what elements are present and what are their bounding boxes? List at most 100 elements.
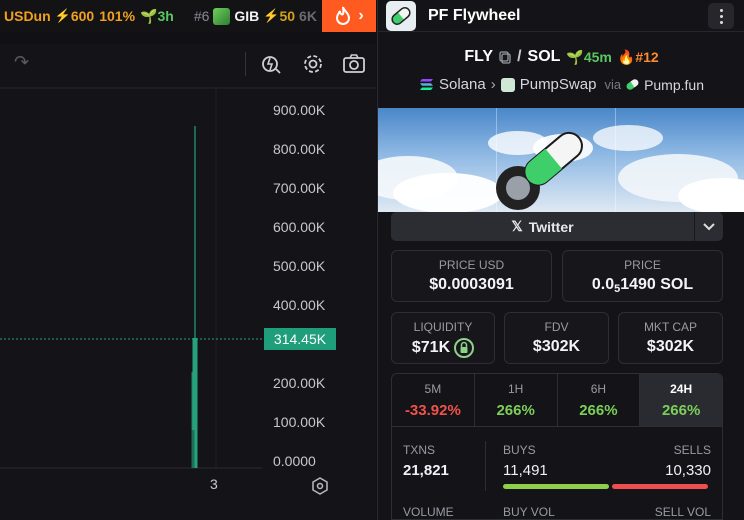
pair-age-value: 45m — [583, 48, 612, 65]
price-axis-tick: 700.00K — [273, 180, 326, 196]
sell-ratio-fill — [612, 484, 708, 489]
token-info-panel: PF Flywheel FLY / SOL 🌱45m 🔥#12 Solana ›… — [377, 0, 744, 520]
chain-breadcrumb: Solana › PumpSwap via Pump.fun — [378, 76, 744, 93]
current-price-badge: 314.45K — [264, 328, 336, 350]
market-cap-value: $302K — [646, 338, 695, 355]
market-cap-card: MKT CAP $302K — [618, 312, 723, 364]
token-avatar — [213, 7, 231, 25]
tab-label: 24H — [670, 382, 693, 396]
price-usd-card: PRICE USD $0.0003091 — [391, 250, 552, 302]
fire-icon: 🔥 — [617, 48, 636, 65]
price-axis-tick: 800.00K — [273, 141, 326, 157]
fdv-value: $302K — [532, 338, 581, 355]
volume-label: VOLUME — [403, 505, 454, 519]
time-axis-label: 3 — [210, 476, 218, 492]
tab-6h[interactable]: 6H 266% — [558, 374, 641, 426]
sell-volume-label: SELL VOL — [654, 505, 711, 519]
buy-sell-ratio-bar — [503, 484, 708, 489]
price-sol-label: PRICE — [624, 258, 661, 272]
chevron-right-icon: › — [490, 76, 496, 93]
pumpswap-icon — [500, 77, 515, 92]
market-cap-label: MKT CAP — [643, 320, 698, 334]
ticker-symbol: GIB — [234, 8, 260, 24]
liquidity-card: LIQUIDITY $71K — [391, 312, 495, 364]
tab-label: 5M — [424, 382, 442, 396]
dex-link[interactable]: PumpSwap — [520, 76, 597, 93]
txns-label: TXNS — [403, 443, 436, 457]
trending-fire-button[interactable]: › — [322, 0, 376, 32]
price-axis-tick: 600.00K — [273, 219, 326, 235]
boost-icon: ⚡ — [263, 8, 280, 23]
social-links: 𝕏 Twitter — [391, 212, 723, 241]
ticker-item-gib[interactable]: #6 GIB ⚡ 50 6K — [174, 7, 317, 25]
candle-body — [191, 372, 194, 432]
price-sol-zeros: 5 — [614, 283, 621, 295]
tab-label: 1H — [507, 382, 524, 396]
tab-5m[interactable]: 5M -33.92% — [392, 374, 475, 426]
price-sol-rest: 1490 SOL — [620, 276, 694, 293]
pill-icon — [625, 77, 640, 92]
tab-change: 266% — [496, 402, 535, 419]
fdv-label: FDV — [544, 320, 569, 334]
ticker-rank: #6 — [193, 8, 210, 24]
sprout-icon: 🌱 — [566, 48, 584, 65]
sells-label: SELLS — [673, 443, 711, 457]
ticker-item-usdun[interactable]: USDun ⚡ 600 101% 🌱3h — [0, 8, 174, 25]
via-label: via — [604, 77, 622, 92]
liquidity-label: LIQUIDITY — [413, 320, 473, 334]
ticker-age: 🌱3h — [140, 8, 174, 25]
launchpad-link[interactable]: Pump.fun — [644, 77, 704, 93]
tab-24h[interactable]: 24H 266% — [640, 374, 722, 426]
price-sol-card: PRICE 0.0 5 1490 SOL — [562, 250, 723, 302]
txns-value: 21,821 — [403, 462, 449, 479]
buys-value: 11,491 — [503, 462, 548, 479]
price-chart[interactable]: ↷ 900.00K 800.00K 700.00K 600.00K 500.00K 400… — [0, 44, 376, 520]
sprout-icon: 🌱 — [140, 7, 158, 24]
tab-change: 266% — [579, 402, 618, 419]
tab-label: 6H — [590, 382, 607, 396]
price-axis-tick: 500.00K — [273, 258, 326, 274]
trending-rank-value: #12 — [635, 48, 659, 65]
more-menu-button[interactable] — [708, 3, 734, 29]
buy-volume-label: BUY VOL — [503, 505, 555, 519]
lock-icon — [454, 338, 475, 358]
stats-divider — [485, 441, 486, 491]
twitter-button[interactable]: 𝕏 Twitter — [391, 212, 694, 241]
liquidity-value-row: $71K — [392, 338, 494, 358]
timeframe-tabs: 5M -33.92% 1H 266% 6H 266% 24H 266% — [391, 373, 723, 427]
chevron-right-icon: › — [358, 7, 364, 24]
price-axis-tick: 200.00K — [273, 375, 326, 391]
pair-age: 🌱45m — [566, 49, 611, 66]
token-banner-image — [378, 108, 744, 212]
social-dropdown-button[interactable] — [694, 212, 723, 241]
panel-header: PF Flywheel — [378, 0, 744, 32]
ticker-symbol: USDun — [4, 8, 51, 24]
chain-link[interactable]: Solana — [439, 76, 486, 93]
tab-change: -33.92% — [404, 402, 461, 419]
solana-icon — [420, 79, 433, 90]
ticker-change: 101% — [99, 8, 136, 24]
buy-ratio-fill — [503, 484, 609, 489]
ticker-value: 6K — [299, 8, 317, 24]
copy-icon[interactable] — [499, 50, 511, 64]
price-axis-tick: 400.00K — [273, 297, 326, 313]
price-usd-value: $0.0003091 — [429, 276, 514, 293]
token-name: PF Flywheel — [428, 6, 521, 24]
price-axis-tick: 900.00K — [273, 102, 326, 118]
price-axis-tick: 100.00K — [273, 414, 326, 430]
chart-settings-icon[interactable] — [311, 477, 329, 495]
fdv-card: FDV $302K — [504, 312, 609, 364]
tab-1h[interactable]: 1H 266% — [475, 374, 558, 426]
x-logo-icon: 𝕏 — [511, 218, 523, 234]
twitter-label: Twitter — [528, 218, 574, 235]
token-logo — [386, 0, 416, 31]
price-sol-prefix: 0.0 — [591, 276, 615, 293]
base-symbol: FLY — [464, 48, 494, 65]
ticker-boost: 600 — [70, 8, 95, 24]
trending-ticker: USDun ⚡ 600 101% 🌱3h #6 GIB ⚡ 50 6K — [0, 0, 376, 32]
fire-icon — [336, 6, 351, 25]
trending-rank: 🔥#12 — [618, 49, 659, 66]
sells-value: 10,330 — [665, 462, 711, 479]
pair-row: FLY / SOL 🌱45m 🔥#12 — [378, 48, 744, 66]
transaction-stats: TXNS 21,821 BUYS 11,491 SELLS 10,330 VOL… — [391, 427, 723, 520]
